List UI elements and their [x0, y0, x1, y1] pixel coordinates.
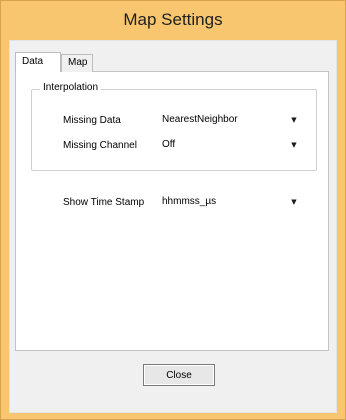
window-title: Map Settings — [123, 10, 223, 29]
chevron-down-icon[interactable]: ▼ — [286, 137, 302, 153]
chevron-down-icon[interactable]: ▼ — [286, 194, 302, 210]
missing-data-dropdown[interactable]: NearestNeighbor ▼ — [160, 111, 304, 129]
missing-channel-value: Off — [162, 139, 176, 150]
interpolation-groupbox — [31, 89, 317, 171]
tab-data[interactable]: Data — [15, 52, 61, 72]
tab-strip: Data Map — [15, 52, 315, 72]
close-button[interactable]: Close — [143, 364, 215, 386]
missing-channel-dropdown[interactable]: Off ▼ — [160, 136, 304, 154]
show-time-stamp-value: hhmmss_µs — [162, 196, 217, 207]
missing-data-label: Missing Data — [63, 115, 121, 126]
tab-map[interactable]: Map — [61, 54, 93, 72]
interpolation-legend: Interpolation — [40, 82, 102, 93]
missing-data-value: NearestNeighbor — [162, 114, 238, 125]
show-time-stamp-dropdown[interactable]: hhmmss_µs ▼ — [160, 193, 304, 211]
show-time-stamp-label: Show Time Stamp — [63, 197, 145, 208]
chevron-down-icon[interactable]: ▼ — [286, 112, 302, 128]
missing-channel-label: Missing Channel — [63, 140, 137, 151]
